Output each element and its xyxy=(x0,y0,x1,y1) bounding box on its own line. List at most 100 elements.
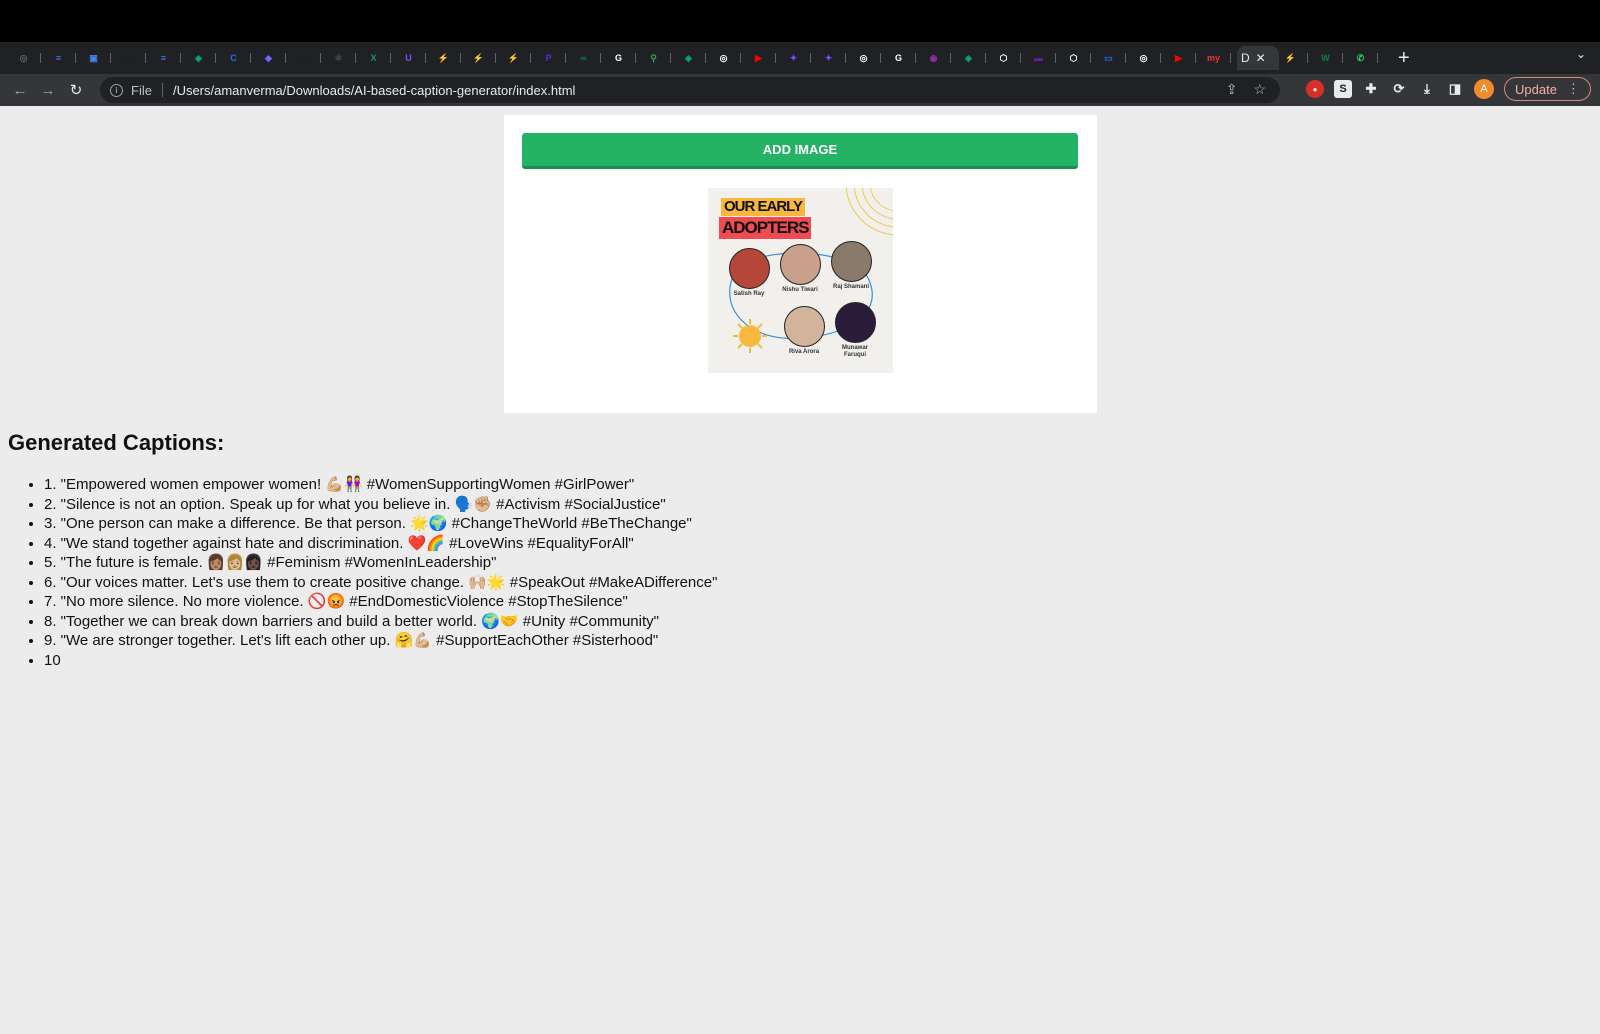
extension-s-icon[interactable]: S xyxy=(1334,80,1352,98)
caption-item: 9. "We are stronger together. Let's lift… xyxy=(44,631,944,651)
tab-separator xyxy=(950,53,951,63)
browser-tab[interactable]: C xyxy=(222,46,257,70)
side-panel-icon[interactable]: ◨ xyxy=(1446,80,1464,98)
tab-separator xyxy=(775,53,776,63)
browser-tab[interactable]: R xyxy=(292,46,327,70)
browser-tab[interactable]: ◈ xyxy=(677,46,712,70)
browser-tab[interactable]: P xyxy=(537,46,572,70)
browser-tab[interactable]: ▣ xyxy=(82,46,117,70)
tab-separator xyxy=(1195,53,1196,63)
tab-separator xyxy=(1342,53,1343,63)
menu-dots-icon[interactable]: ⋮ xyxy=(1567,81,1580,97)
tab-separator xyxy=(390,53,391,63)
tab-separator xyxy=(1055,53,1056,63)
google-docs-icon: ≡ xyxy=(160,53,167,63)
caption-item: 6. "Our voices matter. Let's use them to… xyxy=(44,573,944,593)
profile-avatar[interactable]: A xyxy=(1474,79,1494,99)
uploaded-image-preview: OUR EARLY ADOPTERS Satish Ray Nishu Tiwa… xyxy=(708,188,893,373)
browser-tab[interactable]: ✦ xyxy=(782,46,817,70)
browser-tab[interactable]: ⬡ xyxy=(992,46,1027,70)
forward-arrow-icon[interactable]: → xyxy=(34,76,62,104)
extensions-puzzle-icon[interactable]: ✚ xyxy=(1362,80,1380,98)
codepen-icon: ⬡ xyxy=(999,52,1008,63)
r-icon: R xyxy=(300,53,307,63)
caption-item: 7. "No more silence. No more violence. 🚫… xyxy=(44,592,944,612)
chrome-icon: ◎ xyxy=(719,52,728,63)
address-separator xyxy=(161,83,163,97)
poster-person: Munawar Faruqui xyxy=(832,302,878,359)
browser-tab[interactable]: ≡ xyxy=(152,46,187,70)
browser-tab[interactable]: ▶ xyxy=(747,46,782,70)
tab-separator xyxy=(915,53,916,63)
app-icon: ▣ xyxy=(89,52,98,63)
browser-tab[interactable]: ◎ xyxy=(1132,46,1167,70)
browser-tab[interactable]: ◎ xyxy=(712,46,747,70)
person-name: Raj Shamani xyxy=(832,284,869,290)
reload-icon[interactable]: ↻ xyxy=(62,76,90,104)
chatgpt-icon: ◈ xyxy=(685,52,692,63)
upload-card: ADD IMAGE OUR EARLY ADOPTERS Satish Ray xyxy=(504,115,1097,413)
gmail-icon: M xyxy=(124,53,133,63)
browser-tab[interactable]: X xyxy=(362,46,397,70)
file-scheme-label: File xyxy=(131,82,152,98)
poster-person: Raj Shamani xyxy=(828,241,874,291)
window-title-bar xyxy=(0,0,1600,42)
leaf-icon: ⚡ xyxy=(507,52,520,63)
browser-tab[interactable]: ⚡ xyxy=(502,46,537,70)
extension-sync-icon[interactable]: ⟳ xyxy=(1390,80,1408,98)
browser-tab[interactable]: ◆ xyxy=(257,46,292,70)
browser-tab[interactable]: ✆ xyxy=(1349,46,1384,70)
p-icon: P xyxy=(545,53,552,63)
extension-red-icon[interactable]: ● xyxy=(1306,80,1324,98)
url-text[interactable]: /Users/amanverma/Downloads/AI-based-capt… xyxy=(173,83,575,98)
tab-separator xyxy=(215,53,216,63)
update-button[interactable]: Update ⋮ xyxy=(1504,77,1591,101)
purple-app-icon: U xyxy=(405,53,412,63)
bookmark-star-icon[interactable]: ☆ xyxy=(1253,81,1266,98)
tab-separator xyxy=(740,53,741,63)
browser-tab[interactable]: ◈ xyxy=(957,46,992,70)
browser-tab[interactable]: ∞ xyxy=(572,46,607,70)
chrome-icon: ◎ xyxy=(1139,52,1148,63)
browser-tab[interactable]: ◉ xyxy=(922,46,957,70)
browser-tab[interactable]: M xyxy=(117,46,152,70)
back-arrow-icon[interactable]: ← xyxy=(6,76,34,104)
info-icon[interactable]: i xyxy=(110,83,123,97)
browser-tab[interactable]: ◈ xyxy=(187,46,222,70)
active-browser-tab[interactable]: D ✕ xyxy=(1237,46,1279,70)
browser-tab[interactable]: ⚡ xyxy=(432,46,467,70)
browser-tab[interactable]: ✦ xyxy=(817,46,852,70)
browser-tab[interactable]: G xyxy=(887,46,922,70)
close-tab-icon[interactable]: ✕ xyxy=(1256,51,1266,65)
browser-tab[interactable]: ⬡ xyxy=(1062,46,1097,70)
share-icon[interactable]: ⇪ xyxy=(1226,81,1238,98)
add-image-button[interactable]: ADD IMAGE xyxy=(522,133,1078,169)
tab-separator xyxy=(355,53,356,63)
browser-tab[interactable]: ◎ xyxy=(852,46,887,70)
address-bar[interactable]: i File /Users/amanverma/Downloads/AI-bas… xyxy=(100,77,1280,103)
browser-tab[interactable]: ≡ xyxy=(47,46,82,70)
browser-tab[interactable]: ▶ xyxy=(1167,46,1202,70)
browser-tab[interactable]: G xyxy=(607,46,642,70)
youtube-icon: ▶ xyxy=(755,52,762,63)
browser-tab[interactable]: ◎ xyxy=(12,46,47,70)
poster-person: Nishu Tiwari xyxy=(777,244,823,294)
tab-separator xyxy=(635,53,636,63)
browser-tab[interactable]: ✱ xyxy=(327,46,362,70)
browser-tab[interactable]: ⚡ xyxy=(467,46,502,70)
browser-tab[interactable]: U xyxy=(397,46,432,70)
browser-tab[interactable]: ▬ xyxy=(1027,46,1062,70)
caption-item: 10 xyxy=(44,651,944,671)
green-app-icon: ∞ xyxy=(580,53,587,63)
browser-tab[interactable]: ⚲ xyxy=(642,46,677,70)
tab-separator xyxy=(1377,53,1378,63)
download-icon[interactable]: ⤓ xyxy=(1418,80,1436,98)
new-tab-plus-icon[interactable]: + xyxy=(1398,47,1410,70)
browser-tab[interactable]: W xyxy=(1314,46,1349,70)
browser-tab[interactable]: ▭ xyxy=(1097,46,1132,70)
browser-tab[interactable]: ⚡ xyxy=(1279,46,1314,70)
tab-search-chevron-icon[interactable]: ⌄ xyxy=(1576,47,1586,61)
browser-tab[interactable]: my xyxy=(1202,46,1237,70)
captions-list: 1. "Empowered women empower women! 💪🏼👭 #… xyxy=(44,475,944,670)
tab-separator xyxy=(845,53,846,63)
